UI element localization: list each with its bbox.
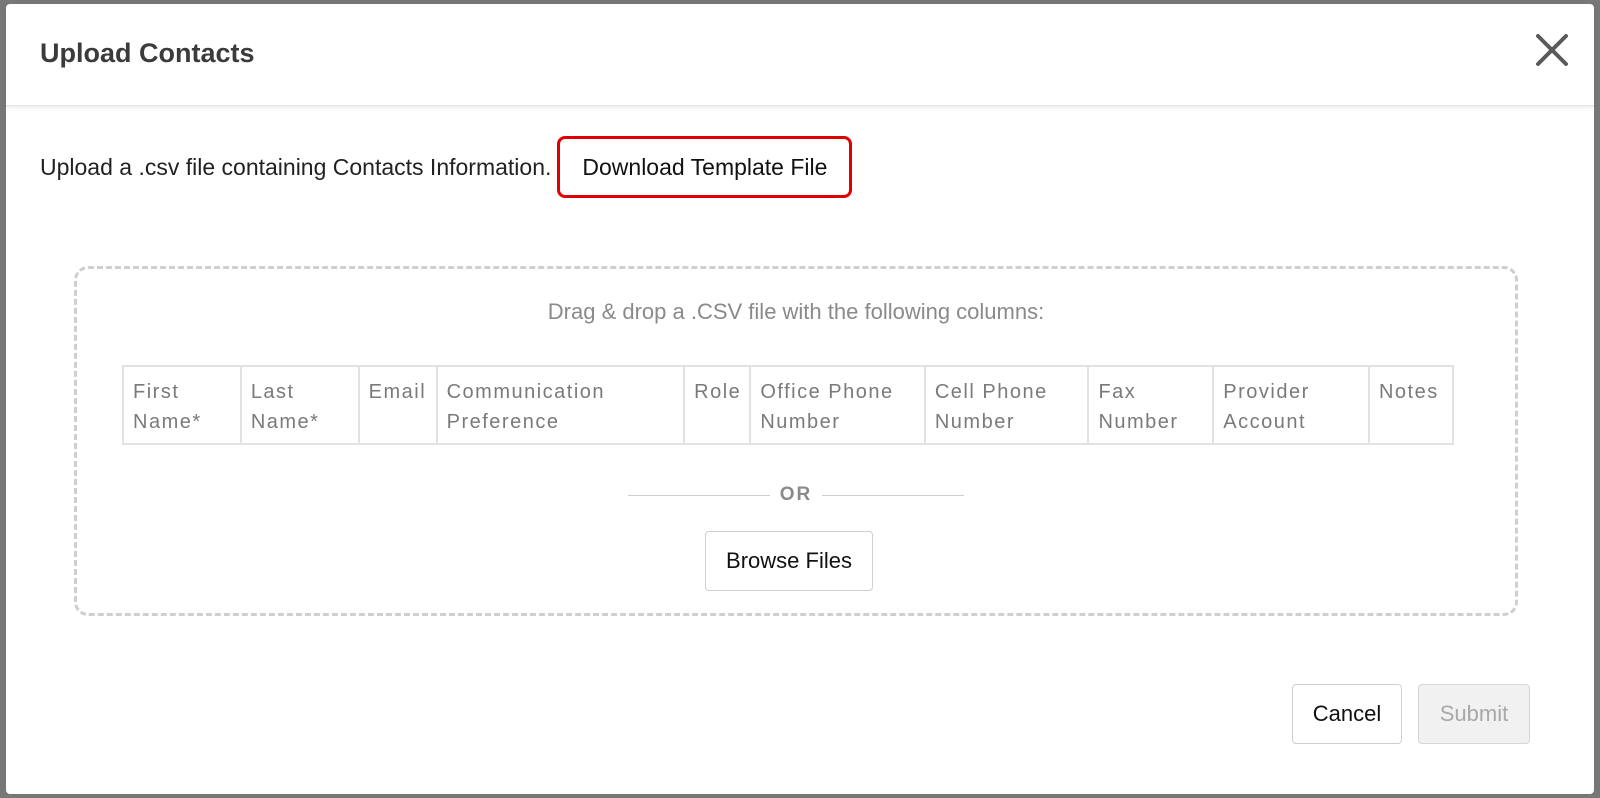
or-divider: OR — [77, 481, 1515, 509]
column-header: Fax Number — [1087, 365, 1215, 445]
columns-table: First Name* Last Name* Email Communicati… — [122, 365, 1455, 445]
column-header: Office Phone Number — [749, 365, 926, 445]
column-header: Communication Preference — [435, 365, 686, 445]
column-header: Provider Account — [1212, 365, 1370, 445]
dropzone-instruction: Drag & drop a .CSV file with the followi… — [547, 299, 1045, 324]
intro-row: Upload a .csv file containing Contacts I… — [40, 136, 853, 198]
csv-dropzone[interactable]: Drag & drop a .CSV file with the followi… — [74, 266, 1518, 616]
column-header: Email — [357, 365, 438, 445]
divider-line — [627, 494, 770, 496]
column-header: First Name* — [122, 365, 242, 445]
column-header: Role — [683, 365, 752, 445]
download-template-button[interactable]: Download Template File — [557, 136, 853, 198]
column-header: Cell Phone Number — [923, 365, 1090, 445]
divider-line — [822, 494, 965, 496]
column-header: Notes — [1367, 365, 1455, 445]
column-header: Last Name* — [239, 365, 360, 445]
submit-button[interactable]: Submit — [1418, 684, 1530, 744]
intro-text: Upload a .csv file containing Contacts I… — [40, 153, 552, 180]
columns-row: First Name* Last Name* Email Communicati… — [122, 365, 1455, 445]
cancel-button[interactable]: Cancel — [1292, 684, 1402, 744]
or-label: OR — [779, 484, 813, 505]
upload-contacts-modal: Upload Contacts Upload a .csv file conta… — [6, 4, 1594, 794]
modal-title: Upload Contacts — [40, 38, 255, 68]
close-icon[interactable] — [1532, 30, 1572, 70]
modal-header: Upload Contacts — [6, 4, 1594, 106]
browse-files-button[interactable]: Browse Files — [705, 531, 873, 591]
